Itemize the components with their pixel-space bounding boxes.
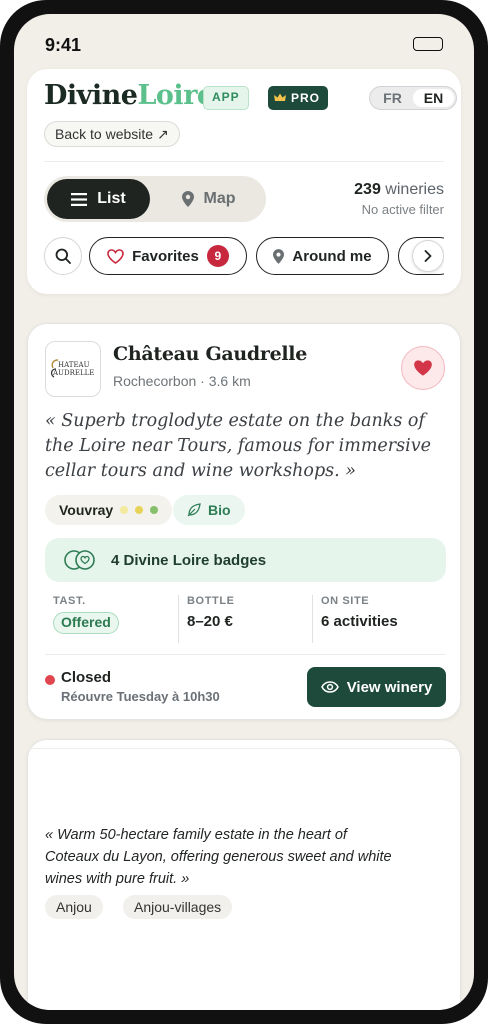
appellation-tag-anjou: Anjou (45, 895, 103, 919)
pro-badge: PRO (268, 86, 329, 110)
bio-tag: Bio (173, 495, 245, 525)
winery-location: Rochecorbon · 3.6 km (113, 373, 251, 389)
winery-description-2: « Warm 50-hectare family estate in the h… (45, 827, 392, 887)
winery-stats: TAST. Offered BOTTLE 8–20 € ON SITE 6 ac… (45, 595, 446, 643)
view-winery-button[interactable]: View winery (307, 667, 446, 707)
list-icon (71, 192, 88, 206)
stat-on-site: ON SITE 6 activities (312, 595, 446, 643)
app-badge: APP (203, 86, 249, 110)
view-toggle: List Map (44, 176, 266, 222)
header-card: DivineLoire APP PRO FR EN Back to websit… (27, 69, 461, 294)
winery-logo: HATEAU AUDRELLE (45, 341, 101, 397)
winery-name[interactable]: Château Gaudrelle (113, 343, 307, 365)
rating-dot (150, 506, 159, 514)
svg-text:AUDRELLE: AUDRELLE (52, 369, 94, 377)
winery-count-label: wineries (380, 181, 444, 198)
badges-icon (64, 550, 95, 570)
lang-fr-button[interactable]: FR (372, 89, 413, 107)
appellation-tag-anjou-villages: Anjou-villages (123, 895, 233, 919)
stat-label: ON SITE (321, 595, 370, 607)
battery-icon (413, 37, 443, 51)
leaf-icon (187, 503, 201, 517)
winery-card-2[interactable]: « Warm 50-hectare family estate in the h… (27, 739, 461, 1010)
filter-chips: Favorites 9 Around me (44, 237, 444, 275)
badges-strip[interactable]: 4 Divine Loire badges (45, 538, 446, 582)
list-view-label: List (97, 190, 126, 207)
appellation-label: Vouvray (59, 502, 114, 518)
heart-outline-icon (107, 248, 124, 264)
chevron-right-icon (424, 250, 432, 262)
heart-filled-icon (414, 360, 432, 376)
opening-status: Closed (61, 669, 112, 686)
svg-text:HATEAU: HATEAU (58, 361, 90, 369)
result-count: 239 wineries No active filter (354, 181, 444, 217)
chateau-gaudrelle-logo: HATEAU AUDRELLE (50, 359, 94, 378)
stat-label: BOTTLE (187, 595, 235, 607)
favorites-chip[interactable]: Favorites 9 (89, 237, 247, 275)
badges-label: 4 Divine Loire badges (111, 551, 267, 569)
rating-dot (135, 506, 144, 514)
tasting-offered-badge: Offered (53, 612, 119, 634)
favorite-toggle-button[interactable] (401, 346, 445, 390)
status-time: 9:41 (45, 35, 82, 55)
logo-divine: Divine (44, 80, 138, 111)
scroll-chips-right-button[interactable] (412, 240, 444, 272)
eye-icon (320, 681, 339, 693)
header-divider (44, 161, 444, 162)
language-switch: FR EN (369, 86, 457, 110)
app-screen: 9:41 DivineLoire APP PRO FR EN Back to w… (14, 14, 474, 1010)
phone-frame: 9:41 DivineLoire APP PRO FR EN Back to w… (0, 0, 488, 1024)
winery-description: « Superb troglodyte estate on the banks … (45, 411, 431, 481)
back-to-website-link[interactable]: Back to website ↗ (44, 121, 180, 147)
winery-card[interactable]: HATEAU AUDRELLE Château Gaudrelle Rochec… (27, 323, 461, 720)
around-me-label: Around me (292, 247, 372, 265)
closed-status-dot (45, 675, 55, 685)
view-winery-label: View winery (346, 678, 433, 696)
rating-dot (120, 506, 129, 514)
card-top-divider (28, 748, 460, 749)
stat-value: 8–20 € (187, 613, 233, 630)
pro-badge-label: PRO (291, 91, 321, 105)
lang-en-button[interactable]: EN (413, 89, 454, 107)
opening-status-row: Closed Réouvre Tuesday à 10h30 View wine… (45, 654, 446, 707)
list-view-button[interactable]: List (47, 179, 150, 219)
stat-value: 6 activities (321, 613, 398, 630)
stat-bottle: BOTTLE 8–20 € (178, 595, 312, 643)
map-pin-icon (181, 191, 194, 207)
crown-icon (274, 93, 286, 101)
app-logo[interactable]: DivineLoire (44, 80, 214, 111)
search-button[interactable] (44, 237, 82, 275)
stat-label: TAST. (53, 595, 86, 607)
favorites-label: Favorites (132, 247, 199, 265)
search-icon (55, 248, 71, 264)
filter-status: No active filter (361, 202, 444, 217)
map-view-button[interactable]: Map (157, 179, 260, 219)
reopening-time: Réouvre Tuesday à 10h30 (61, 689, 220, 704)
location-pin-icon (273, 248, 285, 264)
stat-tasting: TAST. Offered (45, 595, 178, 643)
favorites-count-badge: 9 (206, 245, 229, 267)
bio-label: Bio (208, 502, 231, 518)
appellation-tag: Vouvray (45, 495, 173, 525)
around-me-chip[interactable]: Around me (256, 237, 389, 275)
winery-count: 239 (354, 181, 381, 198)
map-view-label: Map (203, 190, 236, 207)
